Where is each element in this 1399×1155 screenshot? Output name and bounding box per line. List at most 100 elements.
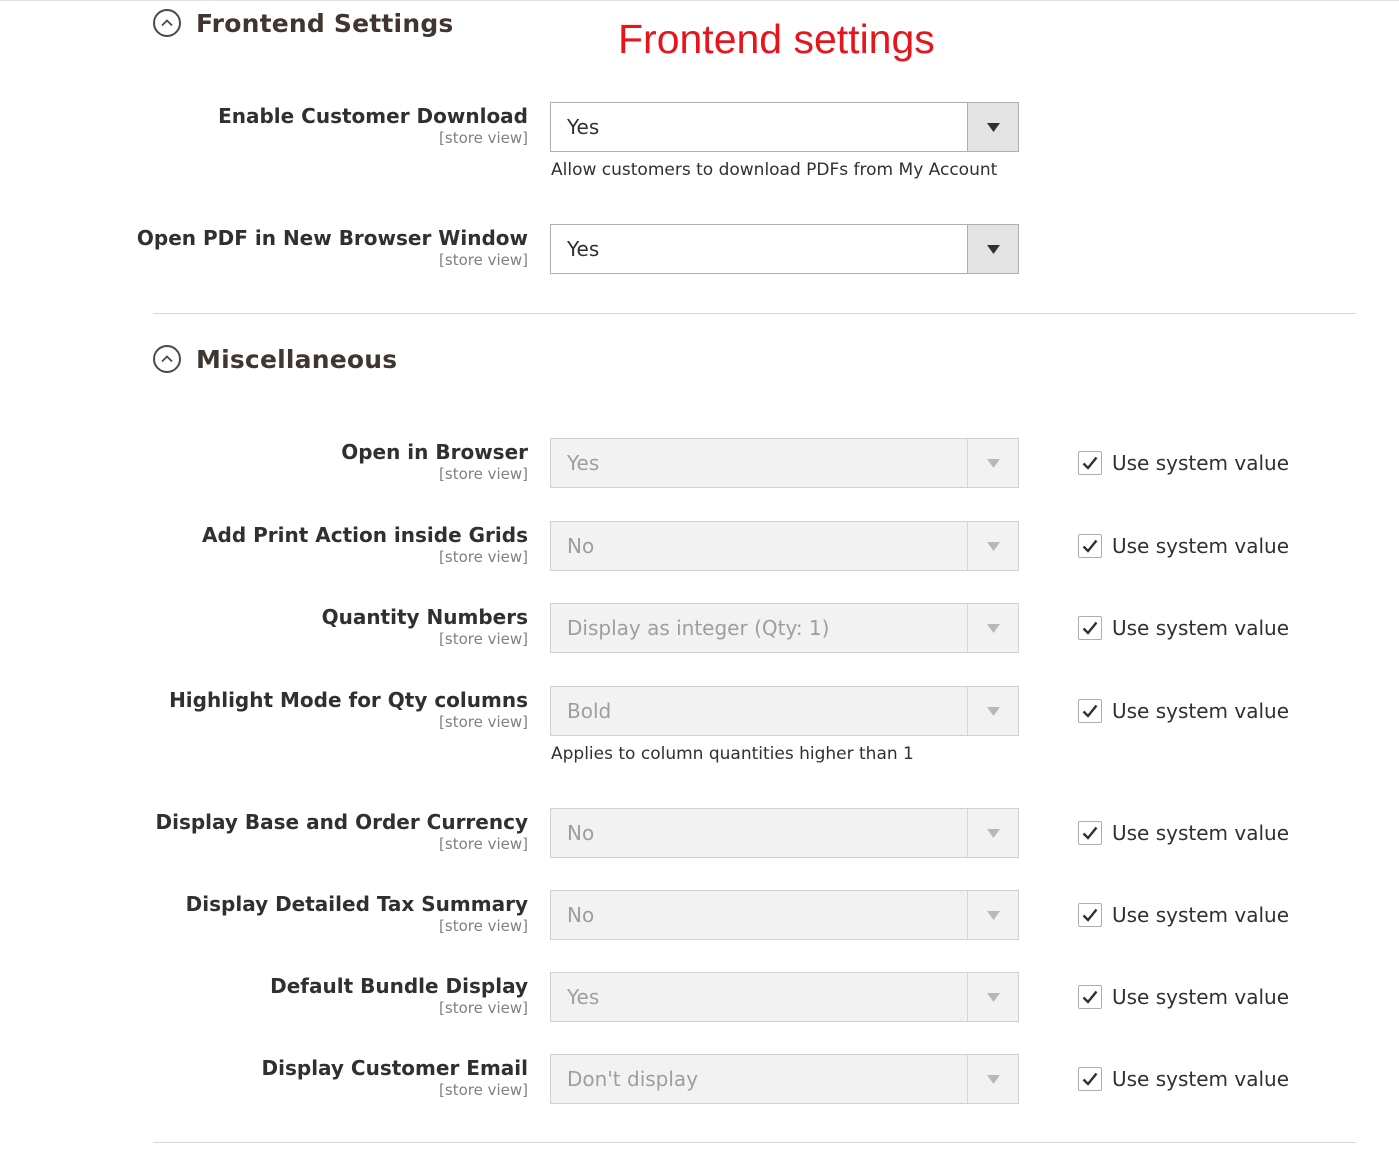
open-pdf-new-window-select[interactable]: Yes: [550, 224, 1019, 274]
use-system-value-checkbox[interactable]: [1078, 616, 1102, 640]
field-label: Display Detailed Tax Summary [store view…: [186, 892, 528, 936]
scope-label: [store view]: [439, 465, 528, 483]
field-label-text: Add Print Action inside Grids: [202, 523, 528, 547]
scope-label: [store view]: [439, 999, 528, 1017]
use-system-value-checkbox[interactable]: [1078, 699, 1102, 723]
use-system-value-checkbox[interactable]: [1078, 534, 1102, 558]
enable-customer-download-select[interactable]: Yes: [550, 102, 1019, 152]
field-label-text: Highlight Mode for Qty columns: [169, 688, 528, 712]
use-system-value-label: Use system value: [1112, 699, 1290, 723]
use-system-value-label: Use system value: [1112, 985, 1290, 1009]
scope-label: [store view]: [439, 835, 528, 853]
field-label: Open PDF in New Browser Window [store vi…: [137, 226, 528, 270]
select-value: Display as integer (Qty: 1): [567, 616, 830, 640]
caret-down-icon[interactable]: [967, 103, 1018, 151]
chevron-up-circle-icon[interactable]: [153, 345, 181, 373]
scope-label: [store view]: [439, 917, 528, 935]
caret-down-icon: [967, 1055, 1018, 1103]
select-value: Yes: [567, 237, 600, 261]
use-system-value-label: Use system value: [1112, 1067, 1290, 1091]
field-label-text: Default Bundle Display: [270, 974, 528, 998]
caret-down-icon: [967, 439, 1018, 487]
scope-label: [store view]: [439, 251, 528, 269]
field-label-text: Open in Browser: [341, 440, 528, 464]
field-label-text: Display Detailed Tax Summary: [185, 892, 528, 916]
field-label-text: Display Customer Email: [261, 1056, 528, 1080]
field-label: Display Customer Email [store view]: [262, 1056, 528, 1100]
use-system-value-checkbox[interactable]: [1078, 903, 1102, 927]
caret-down-icon: [967, 973, 1018, 1021]
display-detailed-tax-summary-select[interactable]: No: [550, 890, 1019, 940]
use-system-value-toggle[interactable]: Use system value: [1078, 903, 1289, 927]
field-label-text: Display Base and Order Currency: [155, 810, 528, 834]
chevron-up-circle-icon[interactable]: [153, 9, 181, 37]
caret-down-icon: [967, 604, 1018, 652]
checkmark-icon: [1082, 990, 1098, 1004]
use-system-value-label: Use system value: [1112, 534, 1290, 558]
section-divider: [153, 1142, 1356, 1143]
display-customer-email-select[interactable]: Don't display: [550, 1054, 1019, 1104]
scope-label: [store view]: [439, 548, 528, 566]
use-system-value-toggle[interactable]: Use system value: [1078, 699, 1289, 723]
section-header-frontend-settings[interactable]: Frontend Settings: [153, 7, 454, 39]
use-system-value-toggle[interactable]: Use system value: [1078, 534, 1289, 558]
use-system-value-checkbox[interactable]: [1078, 451, 1102, 475]
select-value: No: [567, 821, 595, 845]
field-label: Quantity Numbers [store view]: [322, 605, 528, 649]
field-note: Applies to column quantities higher than…: [551, 744, 914, 764]
field-label-text: Quantity Numbers: [321, 605, 528, 629]
scope-label: [store view]: [439, 713, 528, 731]
use-system-value-toggle[interactable]: Use system value: [1078, 985, 1289, 1009]
field-label: Display Base and Order Currency [store v…: [155, 810, 528, 854]
checkmark-icon: [1082, 826, 1098, 840]
checkmark-icon: [1082, 456, 1098, 470]
select-value: No: [567, 903, 595, 927]
use-system-value-toggle[interactable]: Use system value: [1078, 616, 1289, 640]
section-title: Frontend Settings: [196, 8, 454, 38]
use-system-value-checkbox[interactable]: [1078, 1067, 1102, 1091]
checkmark-icon: [1082, 539, 1098, 553]
select-value: No: [567, 534, 595, 558]
use-system-value-label: Use system value: [1112, 616, 1290, 640]
select-value: Yes: [567, 451, 600, 475]
section-divider: [153, 313, 1356, 314]
open-in-browser-select[interactable]: Yes: [550, 438, 1019, 488]
field-label: Default Bundle Display [store view]: [270, 974, 528, 1018]
highlight-mode-select[interactable]: Bold: [550, 686, 1019, 736]
use-system-value-label: Use system value: [1112, 903, 1290, 927]
add-print-action-select[interactable]: No: [550, 521, 1019, 571]
checkmark-icon: [1082, 908, 1098, 922]
select-value: Yes: [567, 115, 600, 139]
caret-down-icon: [967, 891, 1018, 939]
use-system-value-label: Use system value: [1112, 451, 1290, 475]
caret-down-icon[interactable]: [967, 225, 1018, 273]
field-label: Open in Browser [store view]: [341, 440, 528, 484]
section-header-miscellaneous[interactable]: Miscellaneous: [153, 343, 397, 375]
section-title: Miscellaneous: [196, 344, 398, 374]
field-label: Enable Customer Download [store view]: [218, 104, 528, 148]
scope-label: [store view]: [439, 630, 528, 648]
quantity-numbers-select[interactable]: Display as integer (Qty: 1): [550, 603, 1019, 653]
use-system-value-checkbox[interactable]: [1078, 821, 1102, 845]
scope-label: [store view]: [439, 1081, 528, 1099]
field-label-text: Open PDF in New Browser Window: [136, 226, 528, 250]
field-label: Add Print Action inside Grids [store vie…: [202, 523, 528, 567]
select-value: Don't display: [567, 1067, 699, 1091]
field-note: Allow customers to download PDFs from My…: [551, 160, 998, 180]
top-border: [0, 0, 1399, 1]
select-value: Bold: [567, 699, 612, 723]
use-system-value-toggle[interactable]: Use system value: [1078, 451, 1289, 475]
use-system-value-toggle[interactable]: Use system value: [1078, 821, 1289, 845]
use-system-value-toggle[interactable]: Use system value: [1078, 1067, 1289, 1091]
annotation-label: Frontend settings: [618, 16, 935, 62]
field-label-text: Enable Customer Download: [218, 104, 528, 128]
scope-label: [store view]: [439, 129, 528, 147]
caret-down-icon: [967, 809, 1018, 857]
checkmark-icon: [1082, 1072, 1098, 1086]
display-base-order-currency-select[interactable]: No: [550, 808, 1019, 858]
select-value: Yes: [567, 985, 600, 1009]
field-label: Highlight Mode for Qty columns [store vi…: [169, 688, 528, 732]
use-system-value-checkbox[interactable]: [1078, 985, 1102, 1009]
use-system-value-label: Use system value: [1112, 821, 1290, 845]
default-bundle-display-select[interactable]: Yes: [550, 972, 1019, 1022]
